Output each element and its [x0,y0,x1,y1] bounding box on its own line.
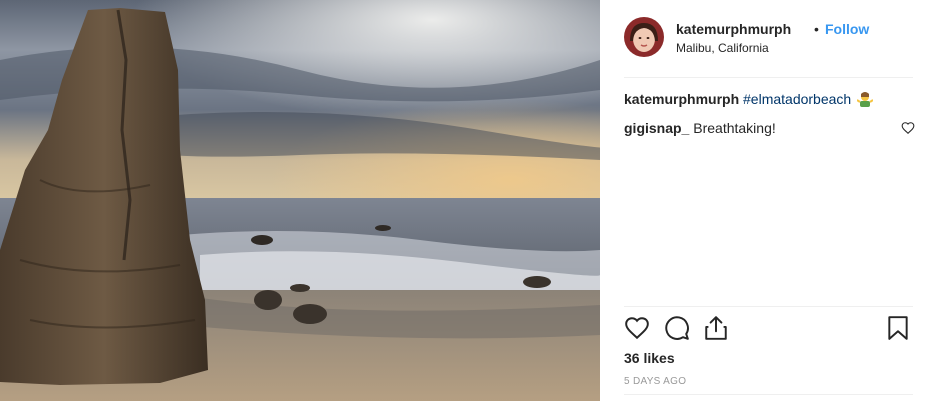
heart-icon[interactable] [624,315,652,343]
likes-count[interactable]: 36 likes [624,350,675,366]
comment-heart-icon[interactable] [901,121,915,135]
follow-button[interactable]: Follow [825,21,869,37]
comment-text: Breathtaking! [693,120,776,136]
share-icon[interactable] [703,315,731,343]
actions-divider [624,306,913,307]
header-divider [624,77,913,78]
action-bar [624,315,913,345]
post-photo[interactable] [0,0,600,401]
comment-author[interactable]: gigisnap_ [624,120,689,136]
post-panel: katemurphmurph • Follow Malibu, Californ… [600,0,939,401]
separator-dot: • [814,21,819,37]
hashtag-link[interactable]: #elmatadorbeach [743,91,851,107]
woman-shrugging-emoji-icon [856,91,874,111]
post-location[interactable]: Malibu, California [676,41,769,55]
footer-divider [624,394,913,395]
post-username[interactable]: katemurphmurph [676,21,791,37]
beach-rock-photo [0,0,600,401]
post-header: katemurphmurph • Follow Malibu, Californ… [624,17,913,77]
post-timestamp[interactable]: 5 DAYS AGO [624,376,686,387]
avatar[interactable] [624,17,664,57]
comments-list: katemurphmurph #elmatadorbeach gigisnap_… [624,90,915,145]
caption: katemurphmurph #elmatadorbeach [624,90,913,111]
avatar-image [624,17,664,57]
comment-author[interactable]: katemurphmurph [624,91,739,107]
comment-bubble-icon[interactable] [664,315,692,343]
comment-item: gigisnap_ Breathtaking! [624,119,915,137]
bookmark-icon[interactable] [885,315,913,343]
